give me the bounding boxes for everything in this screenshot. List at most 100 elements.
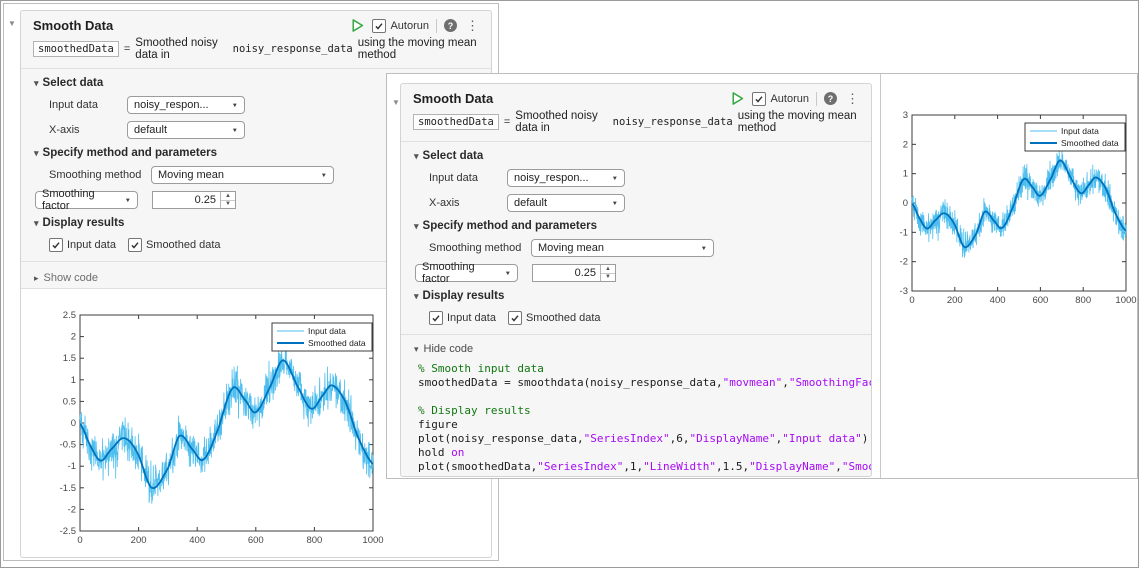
svg-text:-0.5: -0.5	[60, 440, 76, 451]
section-display-results[interactable]: ▾ Display results	[414, 290, 871, 302]
spinner-down-icon[interactable]: ▼	[601, 274, 615, 282]
smoothing-method-dropdown[interactable]: Moving mean ▼	[151, 166, 334, 184]
smoothing-factor-dropdown[interactable]: Smoothing factor ▼	[415, 264, 518, 282]
svg-text:-2: -2	[68, 504, 76, 515]
spinner-up-icon[interactable]: ▲	[601, 265, 615, 274]
smoothing-method-dropdown[interactable]: Moving mean ▼	[531, 239, 714, 257]
collapse-icon: ▾	[34, 148, 39, 159]
input-data-checkbox[interactable]: Input data	[429, 311, 496, 325]
smoothing-factor-dropdown[interactable]: Smoothing factor ▼	[35, 191, 138, 209]
chevron-down-icon: ▼	[125, 197, 131, 203]
section-collapse-icon[interactable]: ▼	[392, 98, 400, 107]
xaxis-dropdown[interactable]: default ▼	[127, 121, 245, 139]
autorun-checkbox[interactable]: Autorun	[752, 92, 809, 106]
section-collapse-icon[interactable]: ▼	[8, 19, 16, 28]
smoothed-data-checkbox[interactable]: Smoothed data	[508, 311, 601, 325]
smoothing-factor-label: Smoothing factor	[422, 261, 505, 285]
checkbox-label: Smoothed data	[146, 239, 221, 251]
input-data-checkbox[interactable]: Input data	[49, 238, 116, 252]
svg-text:3: 3	[903, 110, 908, 121]
collapse-icon: ▾	[34, 218, 39, 229]
code-line: plot(noisy_response_data,"SeriesIndex",6…	[418, 432, 863, 446]
smoothing-method-label: Smoothing method	[429, 242, 531, 254]
toolbar-separator	[436, 19, 437, 33]
task-summary: smoothedData = Smoothed noisy data in no…	[413, 110, 861, 134]
code-line	[418, 390, 863, 404]
summary-text-2: using the moving mean method	[738, 110, 861, 134]
help-icon[interactable]: ?	[444, 19, 457, 32]
collapse-icon: ▾	[414, 344, 419, 355]
help-icon[interactable]: ?	[824, 92, 837, 105]
run-button[interactable]	[350, 18, 365, 33]
summary-text: Smoothed noisy data in	[515, 110, 607, 134]
svg-text:200: 200	[947, 295, 963, 306]
screenshot-stage: ▼ Smooth Data Autorun ? ⋮	[0, 0, 1139, 568]
autorun-label: Autorun	[390, 20, 429, 32]
divider	[401, 334, 871, 335]
svg-text:-2: -2	[900, 257, 908, 268]
code-line: % Display results	[418, 404, 863, 418]
smoothed-data-checkbox[interactable]: Smoothed data	[128, 238, 221, 252]
smoothing-factor-value[interactable]: 0.25	[533, 265, 600, 281]
collapse-icon: ▸	[34, 273, 39, 284]
section-select-data[interactable]: ▾ Select data	[414, 150, 871, 162]
chevron-down-icon: ▼	[321, 172, 327, 178]
smoothing-method-value: Moving mean	[158, 169, 224, 181]
hide-code-toggle[interactable]: ▾ Hide code	[401, 339, 871, 359]
collapse-icon: ▾	[34, 78, 39, 89]
code-line: hold on	[418, 446, 863, 460]
smoothing-factor-spinner[interactable]: 0.25 ▲ ▼	[152, 191, 236, 209]
autorun-checkbox[interactable]: Autorun	[372, 19, 429, 33]
xaxis-dropdown[interactable]: default ▼	[507, 194, 625, 212]
svg-text:2.5: 2.5	[63, 310, 76, 321]
code-line: plot(smoothedData,"SeriesIndex",1,"LineW…	[418, 460, 863, 474]
svg-text:1: 1	[71, 375, 76, 386]
input-data-label: Input data	[429, 172, 507, 184]
run-button[interactable]	[730, 91, 745, 106]
smoothing-factor-value[interactable]: 0.25	[153, 192, 220, 208]
code-line: figure	[418, 418, 863, 432]
checkbox-check-icon	[508, 311, 522, 325]
output-variable-field[interactable]: smoothedData	[413, 114, 499, 130]
xaxis-label: X-axis	[49, 124, 127, 136]
checkbox-label: Input data	[447, 312, 496, 324]
task-title: Smooth Data	[413, 91, 493, 106]
svg-text:0: 0	[903, 198, 908, 209]
svg-text:800: 800	[306, 535, 322, 546]
svg-text:1000: 1000	[362, 535, 383, 546]
chevron-down-icon: ▼	[701, 245, 707, 251]
section-label: Display results	[423, 290, 505, 302]
input-data-dropdown[interactable]: noisy_respon... ▼	[127, 96, 245, 114]
code-line: % Smooth input data	[418, 362, 863, 376]
smooth-data-task-card-front: Smooth Data Autorun ? ⋮	[400, 83, 872, 477]
input-data-dropdown[interactable]: noisy_respon... ▼	[507, 169, 625, 187]
smoothing-factor-spinner[interactable]: 0.25 ▲ ▼	[532, 264, 616, 282]
more-options-icon[interactable]: ⋮	[464, 19, 481, 32]
more-options-icon[interactable]: ⋮	[844, 92, 861, 105]
svg-text:-1: -1	[68, 461, 76, 472]
spinner-down-icon[interactable]: ▼	[221, 201, 235, 209]
section-label: Select data	[43, 77, 104, 89]
checkbox-check-icon	[128, 238, 142, 252]
chevron-down-icon: ▼	[505, 270, 511, 276]
divider	[401, 141, 871, 142]
svg-text:400: 400	[189, 535, 205, 546]
output-variable-field[interactable]: smoothedData	[33, 41, 119, 57]
checkbox-check-icon	[752, 92, 766, 106]
chevron-down-icon: ▼	[232, 102, 238, 108]
spinner-up-icon[interactable]: ▲	[221, 192, 235, 201]
section-method[interactable]: ▾ Specify method and parameters	[414, 220, 871, 232]
svg-text:1000: 1000	[1115, 295, 1136, 306]
svg-text:-2.5: -2.5	[60, 526, 76, 537]
svg-text:Input data: Input data	[308, 326, 346, 336]
svg-text:0.5: 0.5	[63, 396, 76, 407]
svg-text:-3: -3	[900, 286, 908, 297]
checkbox-check-icon	[429, 311, 443, 325]
summary-code-ref: noisy_response_data	[613, 116, 733, 128]
smooth-data-plot-right[interactable]: 02004006008001000-3-2-10123Input dataSmo…	[883, 88, 1139, 323]
smoothing-factor-label: Smoothing factor	[42, 188, 125, 212]
generated-code-block[interactable]: % Smooth input datasmoothedData = smooth…	[401, 359, 871, 477]
checkbox-label: Smoothed data	[526, 312, 601, 324]
hide-code-label: Hide code	[424, 343, 474, 355]
svg-text:2: 2	[903, 139, 908, 150]
